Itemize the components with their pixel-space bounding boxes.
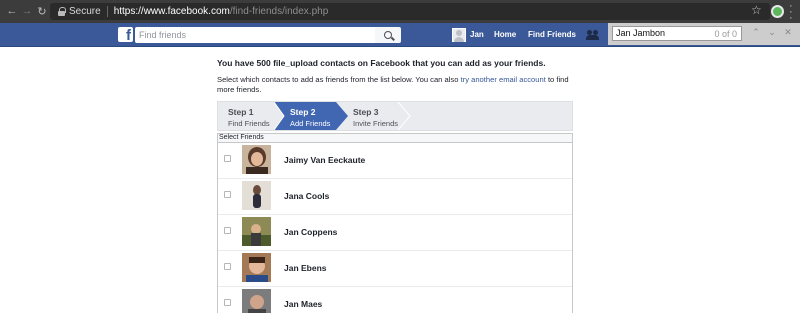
step-1[interactable]: Step 1 Find Friends [228,107,270,135]
forward-icon[interactable]: → [19,3,35,19]
lock-icon [58,7,66,16]
reload-icon[interactable]: ↻ [34,3,50,19]
step-1-subtitle: Find Friends [228,119,270,128]
home-link[interactable]: Home [494,30,516,39]
find-query: Jan Jambon [616,28,666,38]
page-heading: You have 500 file_upload contacts on Fac… [217,58,546,68]
intro-section: You have 500 file_upload contacts on Fac… [217,58,573,95]
contact-name: Jaimy Van Eeckaute [284,155,366,165]
step-2-title: Step 2 [290,107,316,117]
secure-label: Secure [69,6,101,17]
step-3-subtitle: Invite Friends [353,119,399,128]
search-button[interactable] [375,27,401,43]
step-3-title: Step 3 [353,107,379,117]
menu-dots-icon[interactable]: · · · [789,1,793,24]
contact-photo [242,145,271,174]
find-count: 0 of 0 [714,29,737,39]
contact-photo [242,289,271,313]
find-next-icon[interactable]: ⌄ [766,27,778,39]
find-friends-link[interactable]: Find Friends [528,30,576,39]
facebook-logo[interactable]: f [118,27,133,42]
contact-list[interactable]: Jaimy Van Eeckaute Jana Cools Jan Coppen… [217,143,573,313]
back-icon[interactable]: ← [4,3,20,19]
step-3[interactable]: Step 3 Invite Friends [353,107,398,135]
divider [106,6,108,17]
list-item[interactable]: Jan Maes [218,287,572,313]
step-2[interactable]: Step 2 Add Friends [290,107,330,135]
list-item[interactable]: Jan Coppens [218,215,572,251]
select-checkbox[interactable] [224,227,231,234]
contact-name: Jana Cools [284,191,330,201]
select-checkbox[interactable] [224,263,231,270]
select-checkbox[interactable] [224,155,231,162]
step-2-subtitle: Add Friends [290,119,331,128]
url-path: /find-friends/index.php [229,6,329,17]
find-input[interactable]: Jan Jambon 0 of 0 [612,26,742,41]
step-progress: Step 1 Find Friends Step 2 Add Friends S… [217,101,573,131]
address-bar[interactable]: Secure https://www.facebook.com/find-fri… [50,3,770,20]
description-text: Select which contacts to add as friends … [217,75,461,84]
friend-requests-icon[interactable] [586,30,599,40]
browser-toolbar: ← → ↻ Secure https://www.facebook.com/fi… [0,0,800,24]
extension-icon[interactable] [771,5,784,18]
profile-avatar[interactable] [452,28,466,42]
list-item[interactable]: Jaimy Van Eeckaute [218,143,572,179]
profile-link[interactable]: Jan [470,30,484,39]
step-separator-icon [397,102,411,130]
list-item[interactable]: Jan Ebens [218,251,572,287]
select-checkbox[interactable] [224,191,231,198]
find-close-icon[interactable]: ✕ [782,27,794,39]
contact-photo [242,181,271,210]
contact-name: Jan Ebens [284,263,327,273]
url-host: https://www.facebook.com [113,6,230,17]
find-prev-icon[interactable]: ⌃ [750,27,762,39]
contact-photo [242,253,271,282]
find-in-page-bar: Jan Jambon 0 of 0 ⌃ ⌄ ✕ [608,23,800,45]
contact-name: Jan Maes [284,299,323,309]
search-icon [384,31,392,39]
bookmark-star-icon[interactable]: ☆ [751,3,762,17]
contact-name: Jan Coppens [284,227,338,237]
list-header: Select Friends [217,133,573,143]
intro-description: Select which contacts to add as friends … [217,75,573,95]
step-1-title: Step 1 [228,107,254,117]
list-item[interactable]: Jana Cools [218,179,572,215]
contact-photo [242,217,271,246]
try-another-email-link[interactable]: try another email account [461,75,546,84]
search-input[interactable] [135,27,375,43]
